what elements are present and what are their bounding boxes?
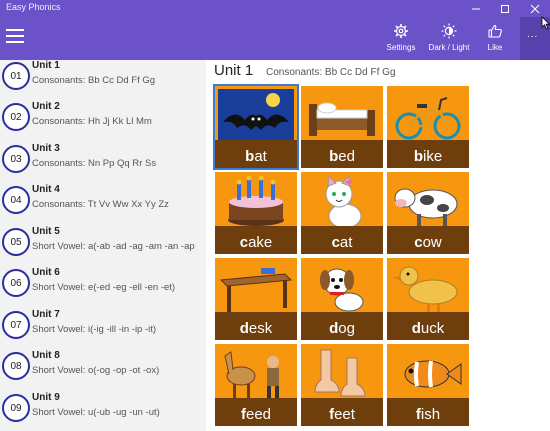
word-label: bat xyxy=(245,148,267,165)
unit-list-item[interactable]: 08 Unit 8 Short Vowel: o(-og -op -ot -ox… xyxy=(0,350,206,391)
fish-picture-icon xyxy=(404,360,462,388)
more-icon: ... xyxy=(527,29,539,40)
word-tile[interactable]: dog xyxy=(301,258,383,340)
word-label: cake xyxy=(239,234,273,251)
minimize-icon xyxy=(472,8,480,9)
word-label: feet xyxy=(329,406,355,423)
dog-picture-icon xyxy=(320,268,364,312)
unit-number-badge: 01 xyxy=(2,62,30,90)
word-tile[interactable]: fish xyxy=(387,344,469,426)
maximize-icon xyxy=(501,4,509,13)
command-bar: Settings Dark / Light Like ... xyxy=(0,17,550,60)
title-bar: Easy Phonics xyxy=(0,0,550,17)
word-tile[interactable]: bat xyxy=(213,84,299,170)
unit-title: Unit 9 xyxy=(32,392,60,403)
hamburger-menu-button[interactable] xyxy=(6,29,24,45)
unit-subtitle: Short Vowel: i(-ig -ill -in -ip -it) xyxy=(32,324,157,335)
cow-picture-icon xyxy=(394,188,458,226)
app-title: Easy Phonics xyxy=(6,2,61,12)
close-button[interactable] xyxy=(520,0,550,17)
unit-number-badge: 03 xyxy=(2,145,30,173)
word-tile[interactable]: cow xyxy=(387,172,469,254)
feet-picture-icon xyxy=(314,349,366,397)
feed-picture-icon xyxy=(224,351,279,398)
unit-list-item[interactable]: 07 Unit 7 Short Vowel: i(-ig -ill -in -i… xyxy=(0,309,206,350)
cat-picture-icon xyxy=(325,174,362,229)
word-tile[interactable]: feet xyxy=(301,344,383,426)
word-label: feed xyxy=(240,406,272,423)
bat-picture-icon xyxy=(218,89,294,145)
unit-number-badge: 02 xyxy=(2,103,30,131)
word-label: duck xyxy=(411,320,445,337)
unit-subtitle: Short Vowel: o(-og -op -ot -ox) xyxy=(32,365,160,376)
minimize-button[interactable] xyxy=(461,0,491,17)
settings-label: Settings xyxy=(386,43,416,52)
unit-list-item[interactable]: 09 Unit 9 Short Vowel: u(-ub -ug -un -ut… xyxy=(0,392,206,431)
like-label: Like xyxy=(487,43,503,52)
unit-title: Unit 2 xyxy=(32,101,60,112)
word-tile[interactable]: feed xyxy=(215,344,297,426)
unit-title: Unit 8 xyxy=(32,350,60,361)
page-title: Unit 1 xyxy=(214,62,254,79)
word-label: fish xyxy=(415,406,441,423)
word-tile[interactable]: cat xyxy=(301,172,383,254)
mouse-cursor-icon xyxy=(541,16,550,30)
unit-subtitle: Consonants: Tt Vv Ww Xx Yy Zz xyxy=(32,199,169,210)
like-button[interactable]: Like xyxy=(482,23,508,57)
unit-title: Unit 1 xyxy=(32,60,60,71)
unit-number-badge: 05 xyxy=(2,228,30,256)
word-label: dog xyxy=(329,320,355,337)
word-tile[interactable]: cake xyxy=(215,172,297,254)
word-tile[interactable]: duck xyxy=(387,258,469,340)
bike-picture-icon xyxy=(395,97,461,140)
unit-list-item[interactable]: 01 Unit 1 Consonants: Bb Cc Dd Ff Gg xyxy=(0,60,206,101)
unit-subtitle: Short Vowel: a(-ab -ad -ag -am -an -ap xyxy=(32,241,195,252)
unit-number-badge: 06 xyxy=(2,269,30,297)
brightness-icon xyxy=(441,23,457,39)
unit-list-item[interactable]: 02 Unit 2 Consonants: Hh Jj Kk Ll Mm xyxy=(0,101,206,142)
word-label: cow xyxy=(414,234,442,251)
word-label: bed xyxy=(329,148,355,165)
word-grid-panel: Unit 1 Consonants: Bb Cc Dd Ff Gg bat be… xyxy=(206,60,550,431)
hamburger-icon xyxy=(6,29,24,31)
unit-list-item[interactable]: 06 Unit 6 Short Vowel: e(-ed -eg -ell -e… xyxy=(0,267,206,308)
gear-icon xyxy=(394,24,408,38)
theme-toggle-button[interactable]: Dark / Light xyxy=(424,23,474,57)
theme-label: Dark / Light xyxy=(428,43,470,52)
unit-title: Unit 4 xyxy=(32,184,60,195)
unit-subtitle: Short Vowel: u(-ub -ug -un -ut) xyxy=(32,407,160,418)
thumbs-up-icon xyxy=(488,24,502,38)
unit-title: Unit 3 xyxy=(32,143,60,154)
word-tile[interactable]: bike xyxy=(387,86,469,168)
word-tile[interactable]: bed xyxy=(301,86,383,168)
unit-subtitle: Short Vowel: e(-ed -eg -ell -en -et) xyxy=(32,282,176,293)
desk-picture-icon xyxy=(219,268,293,312)
maximize-button[interactable] xyxy=(490,0,520,17)
unit-subtitle: Consonants: Nn Pp Qq Rr Ss xyxy=(32,158,157,169)
unit-list: 01 Unit 1 Consonants: Bb Cc Dd Ff Gg 02 … xyxy=(0,60,206,431)
unit-subtitle: Consonants: Bb Cc Dd Ff Gg xyxy=(32,75,156,86)
unit-number-badge: 04 xyxy=(2,186,30,214)
unit-list-item[interactable]: 04 Unit 4 Consonants: Tt Vv Ww Xx Yy Zz xyxy=(0,184,206,225)
word-tile[interactable]: desk xyxy=(215,258,297,340)
unit-number-badge: 09 xyxy=(2,394,30,422)
unit-number-badge: 08 xyxy=(2,352,30,380)
page-subtitle: Consonants: Bb Cc Dd Ff Gg xyxy=(266,67,396,78)
word-label: cat xyxy=(331,234,353,251)
duck-picture-icon xyxy=(392,266,458,312)
unit-title: Unit 5 xyxy=(32,226,60,237)
cake-picture-icon xyxy=(228,175,284,226)
unit-number-badge: 07 xyxy=(2,311,30,339)
bed-picture-icon xyxy=(309,102,375,136)
unit-title: Unit 6 xyxy=(32,267,60,278)
unit-title: Unit 7 xyxy=(32,309,60,320)
word-label: desk xyxy=(239,320,273,337)
settings-button[interactable]: Settings xyxy=(383,23,419,57)
word-label: bike xyxy=(413,148,443,165)
unit-subtitle: Consonants: Hh Jj Kk Ll Mm xyxy=(32,116,152,127)
unit-list-item[interactable]: 05 Unit 5 Short Vowel: a(-ab -ad -ag -am… xyxy=(0,226,206,267)
close-icon xyxy=(530,4,540,13)
unit-list-item[interactable]: 03 Unit 3 Consonants: Nn Pp Qq Rr Ss xyxy=(0,143,206,184)
